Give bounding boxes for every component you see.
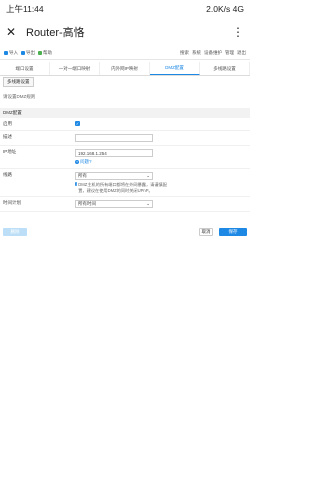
enable-label: 启用	[3, 121, 12, 126]
ip-help-text: 问题?	[80, 159, 92, 164]
enable-checkbox[interactable]: ✓	[75, 121, 80, 126]
status-time: 上午11:44	[6, 4, 44, 14]
toolbar-logout[interactable]: 退出	[237, 50, 246, 56]
form-row-schedule: 时间计划 所有时间 ⌄	[0, 197, 250, 212]
close-icon[interactable]: ✕	[6, 25, 20, 39]
line-label: 线路	[3, 172, 12, 177]
info-icon: i	[75, 182, 78, 186]
tab-port-settings[interactable]: 端口设置	[0, 62, 50, 75]
toolbar-import[interactable]: 导入	[4, 50, 18, 56]
delete-button[interactable]: 删除	[3, 228, 27, 236]
toolbar-system[interactable]: 系统	[192, 50, 201, 56]
tab-port-mapping[interactable]: 一对一端口映射	[50, 62, 100, 75]
ip-input[interactable]: 192.168.1.254	[75, 149, 153, 157]
line-note-text: DMZ主机的所有端口都将在外网暴露，请谨慎配置，建议在使用DMZ的同时关闭UPn…	[78, 182, 167, 193]
line-note: i DMZ主机的所有端口都将在外网暴露，请谨慎配置，建议在使用DMZ的同时关闭U…	[75, 182, 171, 193]
export-icon	[21, 50, 25, 55]
name-label: 描述	[3, 134, 12, 139]
toolbar-search[interactable]: 搜索	[180, 50, 189, 56]
save-button[interactable]: 保存	[219, 228, 247, 236]
schedule-select[interactable]: 所有时间 ⌄	[75, 200, 153, 208]
section-title: DMZ配置	[0, 108, 250, 118]
form-row-line: 线路 所有 ⌄ i DMZ主机的所有端口都将在外网暴露，请谨慎配置，建议在使用D…	[0, 169, 250, 197]
subtab-multi-line[interactable]: 多线路设置	[3, 77, 34, 87]
import-icon	[4, 50, 8, 55]
network-speed: 2.0K/s	[206, 4, 231, 14]
question-icon: ?	[75, 160, 79, 164]
chevron-down-icon: ⌄	[146, 201, 150, 206]
cancel-button[interactable]: 取消	[199, 228, 213, 236]
form-row-name: 描述	[0, 131, 250, 146]
page-hint: 请设置DMZ规则	[3, 94, 36, 99]
status-bar: 上午11:44 2.0K/s 4G	[0, 0, 250, 18]
tab-dmz[interactable]: DMZ配置	[150, 62, 200, 75]
form-row-enable: 启用 ✓	[0, 118, 250, 131]
status-right: 2.0K/s 4G	[206, 4, 244, 14]
form-row-ip: IP地址 192.168.1.254 ? 问题?	[0, 146, 250, 169]
app-bar: ✕ Router-高恪 ⋮	[0, 18, 250, 46]
schedule-select-value: 所有时间	[78, 201, 96, 206]
schedule-label: 时间计划	[3, 200, 21, 205]
tab-ip-mapping[interactable]: 内外网IP映射	[100, 62, 150, 75]
help-icon	[38, 50, 42, 55]
toolbar-maintenance[interactable]: 设备维护	[204, 50, 222, 56]
line-select[interactable]: 所有 ⌄	[75, 172, 153, 180]
app-title: Router-高恪	[26, 27, 85, 39]
more-icon[interactable]: ⋮	[232, 25, 244, 39]
ip-label: IP地址	[3, 149, 17, 154]
form-footer: 删除 取消 保存	[0, 226, 250, 238]
ip-help-link[interactable]: ? 问题?	[75, 159, 250, 165]
toolbar-export[interactable]: 导出	[21, 50, 35, 56]
toolbar: 导入 导出 帮助 搜索 系统 设备维护 管理 退出	[0, 46, 250, 60]
toolbar-admin[interactable]: 管理	[225, 50, 234, 56]
line-select-value: 所有	[78, 173, 87, 178]
tab-bar: 端口设置 一对一端口映射 内外网IP映射 DMZ配置 多线路设置	[0, 62, 250, 76]
toolbar-help[interactable]: 帮助	[38, 50, 52, 56]
name-input[interactable]	[75, 134, 153, 142]
network-type: 4G	[232, 4, 244, 14]
chevron-down-icon: ⌄	[146, 173, 150, 178]
subtab-bar: 多线路设置	[0, 76, 250, 88]
tab-multi-line[interactable]: 多线路设置	[200, 62, 250, 75]
